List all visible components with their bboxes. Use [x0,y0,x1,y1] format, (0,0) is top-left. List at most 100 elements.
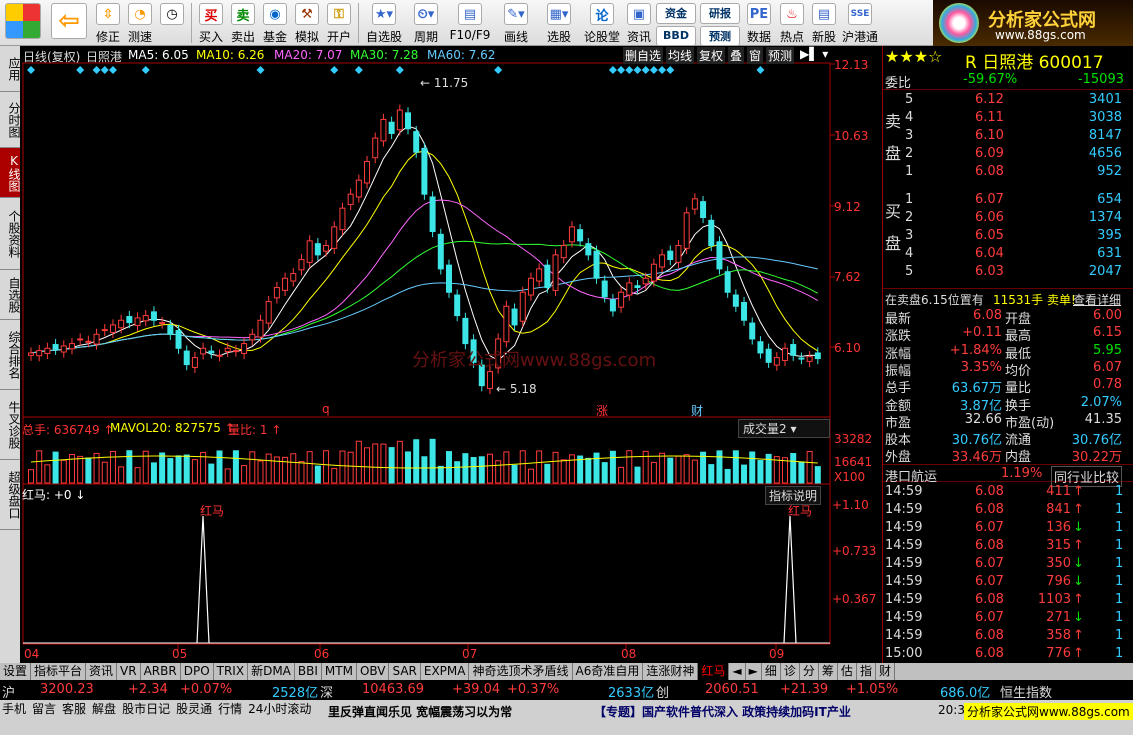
forecast-button[interactable]: 预测 [700,25,740,46]
indicator-tab[interactable]: 新DMA [248,663,295,680]
simulate-button[interactable]: ⚒ 模拟 [291,0,323,46]
candle-body [708,219,715,247]
research-button[interactable]: 研报 预测 [698,0,742,46]
indicator-tab[interactable]: 诊 [781,663,800,680]
chart-nav-icon[interactable]: ▶▌ ▾ [800,47,828,61]
tab-kline[interactable]: K线图 [0,148,21,198]
indicator-tab[interactable]: 分 [800,663,819,680]
status-item[interactable]: 解盘 [92,702,116,716]
hot-button[interactable]: ♨ 热点 [776,0,808,46]
tab-scroll-right-icon[interactable]: ► [746,663,762,680]
status-item[interactable]: 客服 [62,702,86,716]
indicator-tab[interactable]: MTM [322,663,357,680]
indicator-tab[interactable]: 连涨财神 [643,663,699,680]
status-item[interactable]: 行情 [218,702,242,716]
hk-connect-button[interactable]: SSE 沪港通 [840,0,880,46]
tab-ranking[interactable]: 综合排名 [0,320,21,390]
indicator-tab[interactable]: 红马 [698,663,730,680]
candle-body [782,347,789,361]
indicator-spike [196,515,210,644]
stock-picker-button[interactable]: ▦▾ 选股 [538,0,580,46]
status-item[interactable]: 24小时滚动 [248,702,311,716]
tab-watchlist[interactable]: 自选股 [0,270,21,320]
volume-indicator-dropdown[interactable]: 成交量2 ▾ [738,419,830,438]
signal-diamond [395,66,404,74]
indicator-tab[interactable]: 财 [876,663,895,680]
data-button[interactable]: PE 数据 [742,0,776,46]
revise-label: 修正 [95,30,120,44]
draw-line-button[interactable]: ✎▾ 画线 [494,0,538,46]
kline-chart-panel[interactable]: 日线(复权) 日照港 MA5: 6.05 MA10: 6.26 MA20: 7.… [20,46,882,663]
news-ticker-2[interactable]: 【专题】国产软件普代深入 政策持续加码IT产业 [594,703,851,720]
tab-scroll-left-icon[interactable]: ◄ [729,663,746,680]
ma-button[interactable]: 均线 [666,47,695,64]
status-item[interactable]: 手机 [2,702,26,716]
f10-button[interactable]: ▤ F10/F9 [446,0,494,46]
candle-body [413,131,420,153]
candle-body [749,322,756,340]
forum-icon: 论 [590,3,614,25]
indicator-tab[interactable]: TRIX [214,663,249,680]
news-button[interactable]: ▣ 资讯 [624,0,654,46]
ipo-button[interactable]: ▤ 新股 [808,0,840,46]
candle-body [421,147,428,195]
tab-apps[interactable]: 应用 [0,46,21,92]
revise-button[interactable]: ⇳ 修正 [92,0,124,46]
indicator-tab[interactable]: DPO [181,663,214,680]
signal-diamond [608,66,617,74]
indicator-tab[interactable]: BBI [295,663,322,680]
candle-body [314,243,321,256]
indicator-tab[interactable]: 资讯 [86,663,118,680]
indicator-tab[interactable]: OBV [357,663,390,680]
capital-button[interactable]: 资金 BBD [654,0,698,46]
window-button[interactable]: 窗 [747,47,764,64]
level-volume: 631 [1097,246,1122,261]
view-detail-link[interactable]: 查看详细 [1073,291,1121,308]
overlay-button[interactable]: 叠 [728,47,745,64]
remove-watchlist-button[interactable]: 删自选 [623,47,664,64]
status-item[interactable]: 留言 [32,702,56,716]
indicator-tab[interactable]: ARBR [141,663,181,680]
candle-body [191,357,198,368]
volume-bar [462,453,469,484]
clock-button[interactable]: ◷ [156,0,188,46]
status-item[interactable]: 股市日记 [122,702,170,716]
tab-super-book[interactable]: 超级盘口 [0,460,21,530]
indicator-tab[interactable]: EXPMA [421,663,470,680]
stat-value: 30.76亿 [951,433,1002,449]
indicator-tab[interactable]: 指标平台 [31,663,87,680]
stock-title: ★★★☆ R 日照港 600017 [883,46,1133,73]
volume-bar [183,454,190,484]
open-account-button[interactable]: ⚿ 开户 [323,0,355,46]
indicator-tab[interactable]: 神奇选顶术矛盾线 [469,663,573,680]
forum-button[interactable]: 论论股堂 [580,0,624,46]
indicator-tab[interactable]: A6奇准自用 [573,663,644,680]
bbd-button[interactable]: BBD [656,25,696,46]
indicator-tab[interactable]: VR [117,663,141,680]
watchlist-button[interactable]: ★▾ 自选股 [362,0,406,46]
speedtest-button[interactable]: ◔ 测速 [124,0,156,46]
period-button[interactable]: ⏲▾ 周期 [406,0,446,46]
tick-count: 1 [1115,574,1124,589]
sell-button[interactable]: 卖卖出 [227,0,259,46]
candle-body [445,264,452,293]
tab-diagnosis[interactable]: 牛叉诊股 [0,390,21,460]
adjust-button[interactable]: 复权 [697,47,726,64]
back-button[interactable]: ⇦ [46,0,92,46]
indicator-tab[interactable]: SAR [389,663,421,680]
news-ticker-1[interactable]: 里反弹直闻乐见 宽幅震荡习以为常 [328,703,512,720]
volume-bar [380,443,387,484]
forecast-chart-button[interactable]: 预测 [766,47,795,64]
buy-button[interactable]: 买买入 [195,0,227,46]
tab-timeshare[interactable]: 分时图 [0,92,21,148]
indicator-tab[interactable]: 估 [838,663,857,680]
fund-button[interactable]: ◉ 基金 [259,0,291,46]
tab-stock-profile[interactable]: 个股资料 [0,198,21,270]
indicator-tab[interactable]: 指 [857,663,876,680]
windows-menu-button[interactable] [0,0,46,46]
status-item[interactable]: 股灵通 [176,702,212,716]
ma60-label: MA60: 7.62 [427,48,496,62]
indicator-tab[interactable]: 细 [762,663,781,680]
indicator-tab[interactable]: 设置 [0,663,32,680]
indicator-tab[interactable]: 筹 [819,663,838,680]
